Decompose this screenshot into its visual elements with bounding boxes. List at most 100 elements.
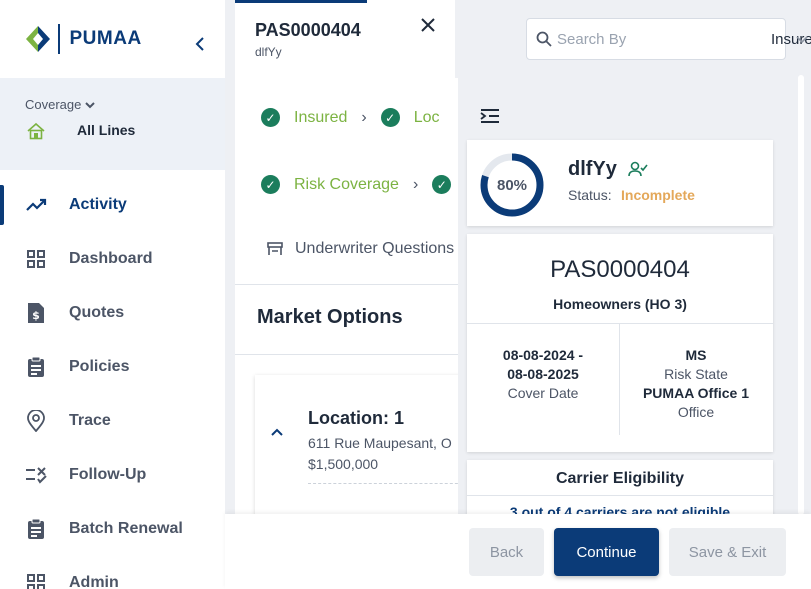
sidebar-nav: Activity Dashboard $ Quotes Policies Tra… <box>0 178 225 589</box>
sidebar-item-batch-renewal[interactable]: Batch Renewal <box>0 502 225 556</box>
step-row-1: ✓ Insured › ✓ Loc <box>261 108 440 127</box>
form-icon <box>267 242 283 255</box>
status-label: Status: <box>568 187 612 203</box>
location-pin-icon <box>25 410 47 432</box>
sidebar-item-quotes[interactable]: $ Quotes <box>0 286 225 340</box>
coverage-selector[interactable]: Coverage All Lines <box>0 78 225 170</box>
search-input[interactable] <box>527 19 756 59</box>
sidebar-item-policies[interactable]: Policies <box>0 340 225 394</box>
cover-date-label: Cover Date <box>507 385 579 401</box>
carrier-eligibility-card: Carrier Eligibility 3 out of 4 carriers … <box>467 460 773 516</box>
check-circle-icon: ✓ <box>380 108 400 127</box>
policy-number: PAS0000404 <box>255 20 361 40</box>
sidebar-item-label: Batch Renewal <box>69 520 183 537</box>
sidebar-item-follow-up[interactable]: Follow-Up <box>0 448 225 502</box>
coverage-label-text: Coverage <box>25 97 82 112</box>
sidebar-item-admin[interactable]: Admin <box>0 556 225 589</box>
chevron-right-icon: › <box>361 108 367 126</box>
chevron-down-icon <box>796 36 808 44</box>
grid-icon <box>25 572 47 589</box>
status-card: 80% dlfYy Status: Incomplete <box>467 140 773 226</box>
check-circle-icon: ✓ <box>261 108 280 127</box>
clipboard-icon <box>25 356 47 378</box>
step-insured[interactable]: Insured <box>294 109 347 127</box>
collapse-sidebar-button[interactable] <box>190 34 210 54</box>
tab-active-indicator <box>235 0 367 3</box>
search-icon <box>536 31 552 47</box>
check-circle-icon: ✓ <box>261 175 280 194</box>
summary-panel: 80% dlfYy Status: Incomplete PAS0000404 … <box>458 86 788 516</box>
divider <box>467 323 773 324</box>
step-location[interactable]: Loc <box>414 109 440 127</box>
insured-name: dlfYy <box>255 45 282 59</box>
sidebar-item-label: Trace <box>69 412 111 429</box>
risk-office-block: MS Risk State PUMAA Office 1 Office <box>620 346 772 422</box>
chevron-down-icon <box>85 101 96 108</box>
policy-card-number: PAS0000404 <box>550 256 690 283</box>
check-circle-icon: ✓ <box>432 175 452 194</box>
dollar-file-icon: $ <box>25 302 47 324</box>
sidebar-item-dashboard[interactable]: Dashboard <box>0 232 225 286</box>
save-exit-button[interactable]: Save & Exit <box>669 528 786 576</box>
risk-state-label: Risk State <box>664 366 728 382</box>
risk-state-value: MS <box>685 347 707 363</box>
office-label: Office <box>677 404 715 420</box>
checklist-icon <box>25 464 47 486</box>
chevron-left-icon <box>195 37 204 51</box>
coverage-value: All Lines <box>77 122 136 138</box>
status-insured-name: dlfYy <box>568 158 617 180</box>
user-check-icon <box>628 161 648 177</box>
status-value: Incomplete <box>621 187 695 203</box>
cover-date-start: 08-08-2024 - <box>502 347 584 363</box>
menu-indent-icon[interactable] <box>480 108 500 124</box>
dashed-divider <box>308 483 458 484</box>
chevron-right-icon: › <box>412 175 419 193</box>
home-lines-icon <box>27 122 45 140</box>
chevron-up-icon[interactable] <box>271 423 283 439</box>
market-options-title: Market Options <box>257 306 403 328</box>
location-amount: $1,500,000 <box>308 456 379 472</box>
underwriter-questions-label: Underwriter Questions <box>295 240 455 257</box>
back-button[interactable]: Back <box>469 528 544 576</box>
divider <box>235 354 458 355</box>
sidebar-item-label: Admin <box>69 574 119 589</box>
logo-text: PUMAA <box>69 28 142 49</box>
cover-date-end: 08-08-2025 <box>507 366 579 382</box>
location-title: Location: 1 <box>308 408 405 428</box>
logo[interactable]: PUMAA <box>24 24 142 54</box>
close-button[interactable] <box>421 12 435 38</box>
divider <box>467 495 773 496</box>
trending-up-icon <box>25 194 47 216</box>
pumaa-logo-icon <box>26 26 50 52</box>
main-area: PAS0000404 dlfYy ✓ Insured › ✓ Loc ✓ Ris… <box>235 0 811 589</box>
carrier-eligibility-title: Carrier Eligibility <box>555 470 685 487</box>
close-icon <box>421 18 435 32</box>
policy-type: Homeowners (HO 3) <box>553 296 687 312</box>
sidebar-item-label: Activity <box>69 196 127 213</box>
sidebar-item-label: Policies <box>69 358 130 375</box>
policy-tab[interactable]: PAS0000404 dlfYy <box>235 0 455 78</box>
sidebar-item-label: Follow-Up <box>69 466 147 483</box>
scrollbar[interactable] <box>798 75 804 515</box>
search-type-select[interactable]: Insured <box>756 19 811 59</box>
office-value: PUMAA Office 1 <box>642 385 750 401</box>
progress-label: 80% <box>496 176 528 194</box>
workflow-content: ✓ Insured › ✓ Loc ✓ Risk Coverage › ✓ Un… <box>235 78 458 589</box>
sidebar-item-label: Quotes <box>69 304 125 321</box>
logo-divider <box>58 24 60 54</box>
clipboard-icon <box>25 518 47 540</box>
svg-text:$: $ <box>32 309 40 322</box>
step-risk-coverage[interactable]: Risk Coverage <box>294 176 399 194</box>
search-bar: Insured <box>526 18 811 60</box>
step-underwriter-questions[interactable]: Underwriter Questions <box>267 240 454 258</box>
cover-date-block: 08-08-2024 - 08-08-2025 Cover Date <box>467 346 619 403</box>
action-footer: Back Continue Save & Exit <box>225 514 811 589</box>
sidebar-item-activity[interactable]: Activity <box>0 178 225 232</box>
step-row-2: ✓ Risk Coverage › ✓ <box>261 175 458 194</box>
sidebar: PUMAA Coverage All Lines Activity Dashbo… <box>0 0 225 589</box>
sidebar-item-trace[interactable]: Trace <box>0 394 225 448</box>
divider <box>235 284 458 285</box>
continue-button[interactable]: Continue <box>554 528 659 576</box>
policy-card: PAS0000404 Homeowners (HO 3) 08-08-2024 … <box>467 234 773 452</box>
coverage-label[interactable]: Coverage <box>25 97 96 112</box>
